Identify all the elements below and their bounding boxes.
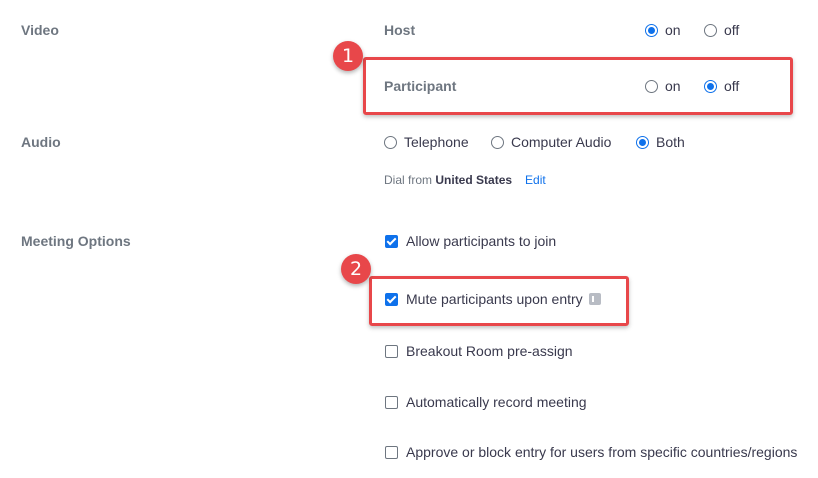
callout-badge-1: 1 bbox=[333, 41, 363, 71]
radio-selected-icon[interactable] bbox=[645, 23, 658, 37]
checkbox-unchecked-icon[interactable] bbox=[385, 445, 398, 459]
edit-dial-link[interactable]: Edit bbox=[525, 173, 546, 187]
callout-badge-2: 2 bbox=[341, 254, 371, 284]
host-video-off-radio[interactable]: off bbox=[704, 22, 739, 38]
option-label: Allow participants to join bbox=[406, 233, 557, 249]
section-label-meeting-options: Meeting Options bbox=[21, 233, 131, 249]
audio-both-radio[interactable]: Both bbox=[636, 134, 685, 150]
dial-from-text: Dial from United States bbox=[384, 173, 512, 187]
audio-computer-label: Computer Audio bbox=[511, 134, 612, 150]
option-breakout-room-preassign[interactable]: Breakout Room pre-assign bbox=[385, 343, 573, 359]
audio-computer-radio[interactable]: Computer Audio bbox=[491, 134, 611, 150]
dial-from-row: Dial from United States Edit bbox=[384, 173, 546, 187]
radio-unselected-icon[interactable] bbox=[384, 135, 397, 149]
audio-telephone-label: Telephone bbox=[404, 134, 469, 150]
radio-unselected-icon[interactable] bbox=[491, 135, 504, 149]
option-label: Approve or block entry for users from sp… bbox=[406, 444, 798, 460]
checkbox-unchecked-icon[interactable] bbox=[385, 344, 398, 358]
callout-highlight-participant bbox=[363, 57, 793, 115]
checkbox-unchecked-icon[interactable] bbox=[385, 395, 398, 409]
host-video-on-label: on bbox=[665, 22, 681, 38]
host-video-off-label: off bbox=[724, 22, 740, 38]
audio-both-label: Both bbox=[656, 134, 685, 150]
option-label: Automatically record meeting bbox=[406, 394, 587, 410]
option-auto-record[interactable]: Automatically record meeting bbox=[385, 394, 587, 410]
dial-from-country: United States bbox=[435, 173, 513, 187]
option-label: Breakout Room pre-assign bbox=[406, 343, 573, 359]
radio-unselected-icon[interactable] bbox=[704, 23, 717, 37]
option-allow-participants-join[interactable]: Allow participants to join bbox=[385, 233, 556, 249]
checkbox-checked-icon[interactable] bbox=[385, 234, 398, 248]
host-label: Host bbox=[384, 22, 416, 38]
host-video-on-radio[interactable]: on bbox=[645, 22, 681, 38]
section-label-video: Video bbox=[21, 22, 59, 38]
callout-highlight-mute-entry bbox=[369, 276, 629, 326]
section-label-audio: Audio bbox=[21, 134, 61, 150]
radio-selected-icon[interactable] bbox=[636, 135, 649, 149]
dial-from-prefix: Dial from bbox=[384, 173, 433, 187]
audio-telephone-radio[interactable]: Telephone bbox=[384, 134, 469, 150]
option-approve-block-countries[interactable]: Approve or block entry for users from sp… bbox=[385, 444, 797, 460]
